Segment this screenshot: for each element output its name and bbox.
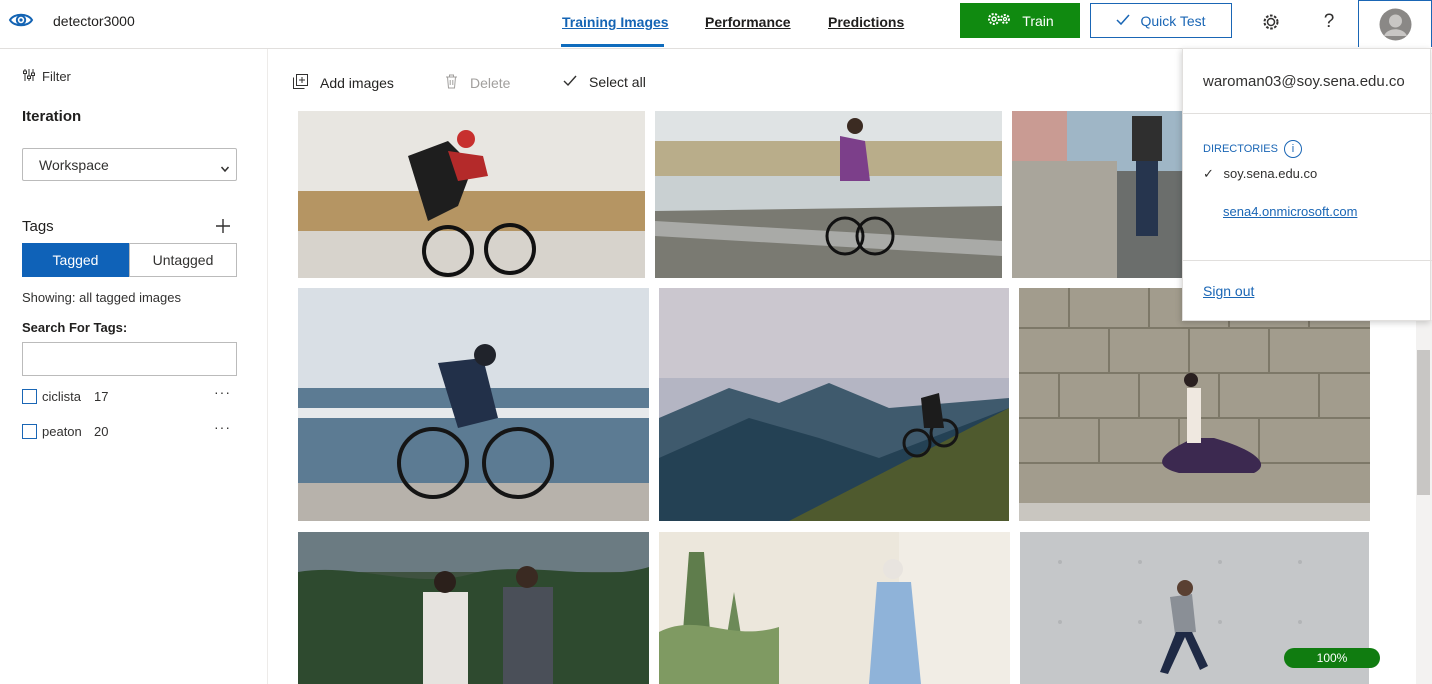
trash-icon <box>445 74 458 92</box>
select-all-label: Select all <box>589 74 646 90</box>
project-name[interactable]: detector3000 <box>53 13 135 29</box>
tag-row-peaton: peaton 20 ··· <box>22 419 237 441</box>
untagged-segment[interactable]: Untagged <box>129 243 237 277</box>
checkmark-icon <box>1116 13 1130 29</box>
image-thumbnail-mountain-biker-sunset[interactable] <box>659 288 1009 521</box>
image-thumbnail-couple-cycling[interactable] <box>298 532 649 684</box>
directory-item-current[interactable]: ✓ soy.sena.edu.co <box>1203 166 1317 182</box>
iteration-value: Workspace <box>39 157 109 173</box>
help-icon[interactable]: ? <box>1317 10 1341 34</box>
top-bar: detector3000 Training Images Performance… <box>0 0 1432 49</box>
checkmark-icon: ✓ <box>1203 166 1214 181</box>
more-options-icon[interactable]: ··· <box>214 384 231 400</box>
iteration-select[interactable]: Workspace <box>22 148 237 181</box>
filter-label: Filter <box>42 69 71 84</box>
tags-heading: Tags <box>22 218 54 235</box>
directories-label: DIRECTORIES <box>1203 143 1278 155</box>
divider <box>1183 260 1432 261</box>
tag-row-ciclista: ciclista 17 ··· <box>22 384 237 406</box>
checkmark-icon <box>563 74 577 90</box>
tag-count: 20 <box>94 424 109 439</box>
image-thumbnail-cyclist-lake-path[interactable] <box>655 111 1002 278</box>
image-thumbnail-cyclist-harbor[interactable] <box>298 288 649 521</box>
account-email: waroman03@soy.sena.edu.co <box>1203 73 1405 90</box>
chevron-down-icon <box>220 160 230 173</box>
sidebar: Filter Iteration Workspace Tags Tagged U… <box>0 49 268 684</box>
quick-test-label: Quick Test <box>1140 12 1206 29</box>
sign-out-link[interactable]: Sign out <box>1203 283 1254 299</box>
tag-name: ciclista <box>42 389 82 404</box>
tagged-segment[interactable]: Tagged <box>22 243 129 277</box>
tab-predictions[interactable]: Predictions <box>828 14 904 30</box>
more-options-icon[interactable]: ··· <box>214 419 231 435</box>
tag-name: peaton <box>42 424 82 439</box>
train-button[interactable]: Train <box>960 3 1080 38</box>
image-thumbnail-dancer-stone-wall[interactable] <box>1019 288 1370 521</box>
image-thumbnail-cyclist-road-field[interactable] <box>298 111 645 278</box>
tag-checkbox[interactable] <box>22 424 37 439</box>
divider <box>1183 113 1432 114</box>
filter-button[interactable]: Filter <box>22 68 71 85</box>
account-button[interactable] <box>1358 0 1432 47</box>
search-tags-label: Search For Tags: <box>22 320 128 335</box>
tag-checkbox[interactable] <box>22 389 37 404</box>
add-images-button[interactable]: Add images <box>293 74 394 92</box>
gears-icon <box>986 11 1012 30</box>
scrollbar-thumb[interactable] <box>1417 350 1430 495</box>
add-images-label: Add images <box>320 75 394 91</box>
tag-count: 17 <box>94 389 109 404</box>
directory-name: soy.sena.edu.co <box>1223 166 1318 181</box>
showing-text: Showing: all tagged images <box>22 290 181 305</box>
active-tab-indicator <box>561 44 664 47</box>
tab-performance[interactable]: Performance <box>705 14 791 30</box>
filter-sliders-icon <box>22 68 36 85</box>
upload-progress-badge: 100% <box>1284 648 1380 668</box>
delete-label: Delete <box>470 75 511 91</box>
account-menu: waroman03@soy.sena.edu.co DIRECTORIES i … <box>1182 48 1432 321</box>
quick-test-button[interactable]: Quick Test <box>1090 3 1232 38</box>
gear-icon[interactable] <box>1259 10 1283 34</box>
avatar <box>1379 8 1412 41</box>
directories-heading: DIRECTORIES i <box>1203 140 1302 158</box>
search-tags-input[interactable] <box>22 342 237 376</box>
info-icon[interactable]: i <box>1283 140 1302 158</box>
image-thumbnail-woman-walking-cactus[interactable] <box>659 532 1010 684</box>
delete-button[interactable]: Delete <box>445 74 510 92</box>
select-all-button[interactable]: Select all <box>563 74 646 90</box>
add-image-icon <box>293 74 308 92</box>
iteration-heading: Iteration <box>22 108 82 125</box>
image-thumbnail-man-standing-street[interactable] <box>1012 111 1182 278</box>
tab-training-images[interactable]: Training Images <box>562 14 669 30</box>
add-tag-icon[interactable] <box>214 217 232 235</box>
eye-icon[interactable] <box>8 9 34 31</box>
train-label: Train <box>1022 12 1054 29</box>
directory-link[interactable]: sena4.onmicrosoft.com <box>1223 204 1357 219</box>
